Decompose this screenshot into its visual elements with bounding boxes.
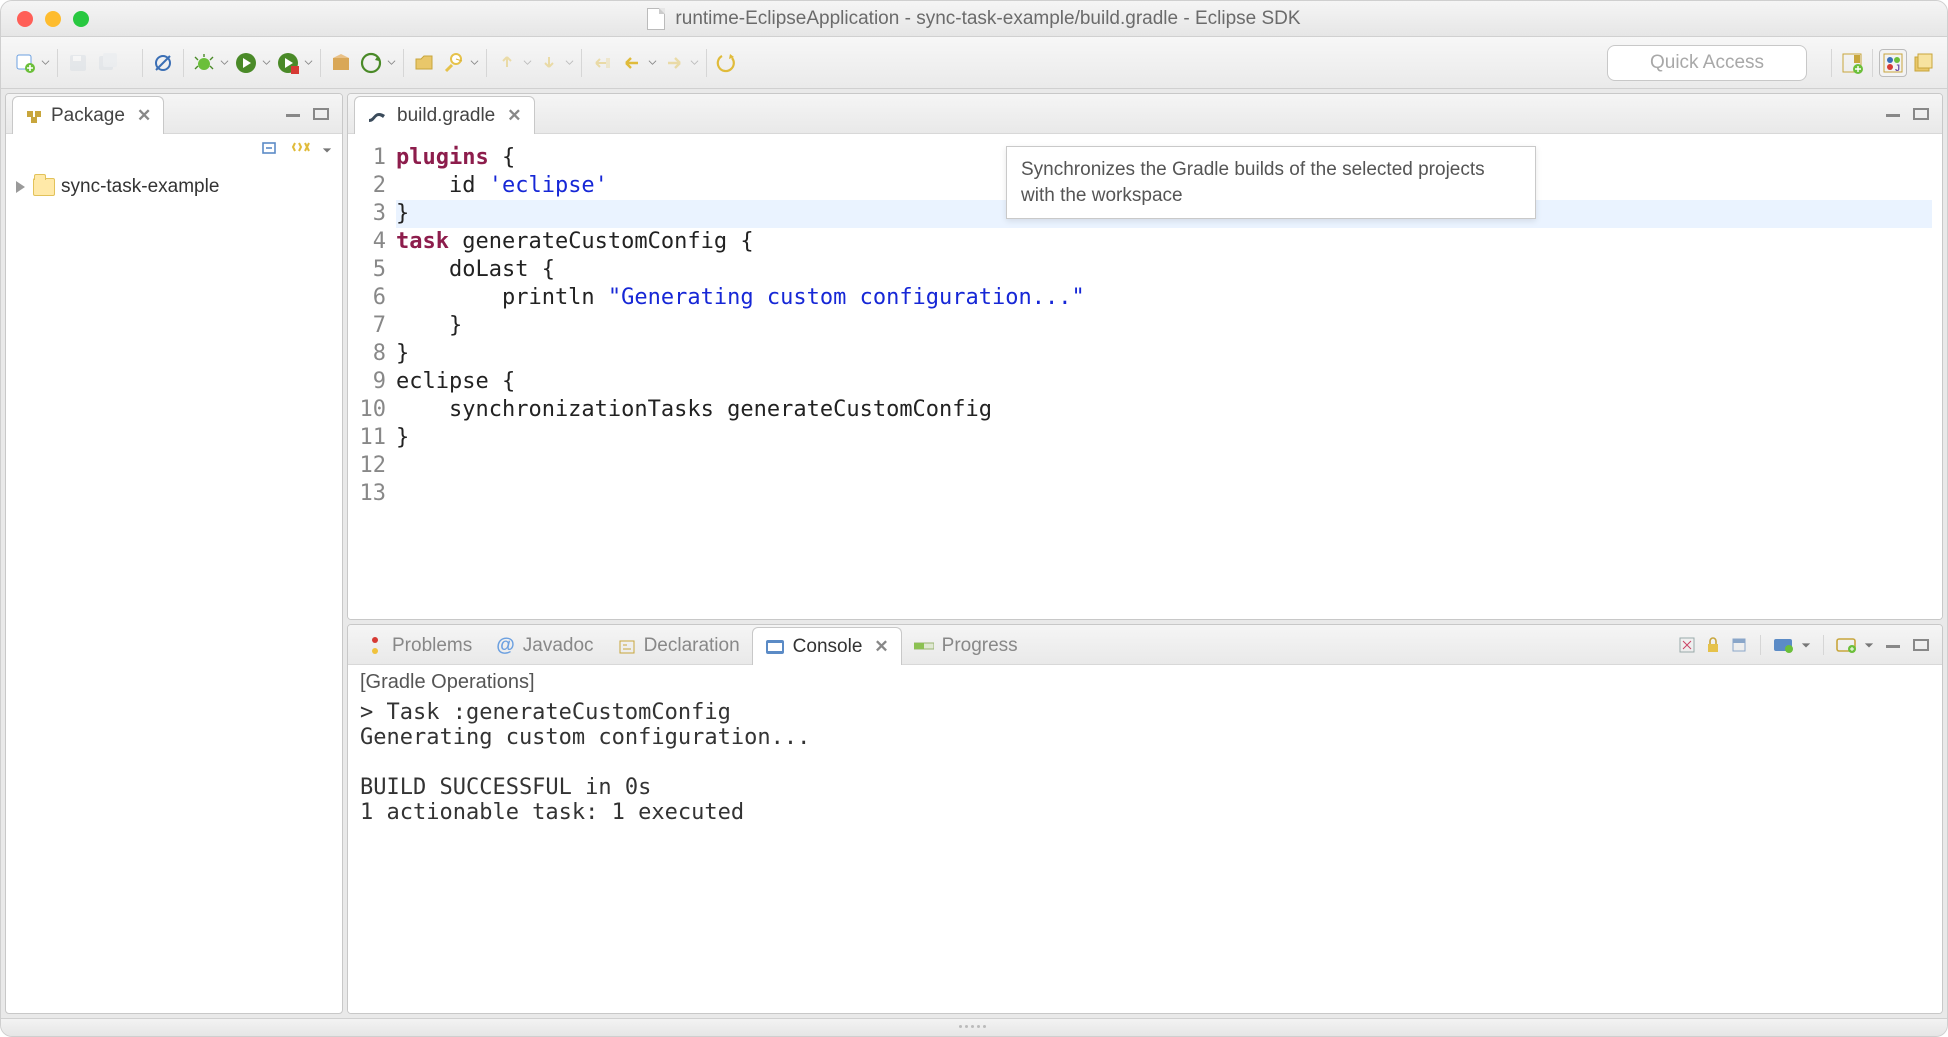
close-icon[interactable]: ✕ xyxy=(507,106,521,126)
problems-tab[interactable]: Problems xyxy=(354,627,484,665)
link-editor-icon[interactable] xyxy=(290,139,312,162)
svg-text:J: J xyxy=(1895,63,1900,73)
clear-console-icon[interactable] xyxy=(1678,636,1696,654)
java-perspective-button[interactable]: J xyxy=(1879,49,1907,77)
skip-breakpoints-button[interactable] xyxy=(149,49,177,77)
tooltip: Synchronizes the Gradle builds of the se… xyxy=(1006,146,1536,219)
search-button[interactable] xyxy=(440,49,468,77)
package-toolbar xyxy=(6,134,342,168)
line-gutter: 1 2 3 4 5 6 7 8 9 10 11 12 13 xyxy=(348,134,392,619)
external-tools-dropdown[interactable] xyxy=(302,58,314,67)
progress-tab[interactable]: Progress xyxy=(902,627,1030,665)
minimize-window-button[interactable] xyxy=(45,11,61,27)
back-dropdown[interactable] xyxy=(646,58,658,67)
console-output[interactable]: > Task :generateCustomConfig Generating … xyxy=(348,694,1942,1013)
save-all-button[interactable] xyxy=(94,49,122,77)
run-dropdown[interactable] xyxy=(260,58,272,67)
javadoc-tab[interactable]: @ Javadoc xyxy=(484,627,605,665)
scroll-lock-icon[interactable] xyxy=(1704,636,1722,654)
close-icon[interactable]: ✕ xyxy=(137,106,151,126)
prev-annotation-button[interactable] xyxy=(493,49,521,77)
minimize-view-icon[interactable] xyxy=(1884,638,1902,652)
package-explorer-view: Package ✕ s xyxy=(5,93,343,1014)
pin-console-icon[interactable] xyxy=(1730,636,1748,654)
view-menu-icon[interactable] xyxy=(322,140,332,160)
open-console-icon[interactable] xyxy=(1836,637,1856,653)
tooltip-text: Synchronizes the Gradle builds of the se… xyxy=(1021,159,1485,206)
status-bar xyxy=(1,1018,1947,1036)
editor-tab-label: build.gradle xyxy=(397,105,495,127)
run-button[interactable] xyxy=(232,49,260,77)
refresh-button[interactable] xyxy=(713,49,741,77)
open-console-dropdown[interactable] xyxy=(1864,640,1874,650)
project-tree[interactable]: sync-task-example xyxy=(6,168,342,206)
editor-view: build.gradle ✕ 1 2 3 4 5 6 7 8 9 10 11 1… xyxy=(347,93,1943,620)
next-annotation-dropdown[interactable] xyxy=(563,58,575,67)
declaration-tab[interactable]: Declaration xyxy=(606,627,752,665)
document-icon xyxy=(647,8,665,30)
quick-access-field[interactable]: Quick Access xyxy=(1607,45,1807,81)
console-tab[interactable]: Console ✕ xyxy=(752,627,902,665)
main-toolbar: Quick Access J xyxy=(1,37,1947,89)
package-tab[interactable]: Package ✕ xyxy=(12,96,164,134)
resource-perspective-button[interactable] xyxy=(1909,49,1937,77)
disclosure-icon[interactable] xyxy=(16,181,25,193)
prev-annotation-dropdown[interactable] xyxy=(521,58,533,67)
debug-button[interactable] xyxy=(190,49,218,77)
titlebar: runtime-EclipseApplication - sync-task-e… xyxy=(1,1,1947,37)
external-tools-button[interactable] xyxy=(274,49,302,77)
editor-tab[interactable]: build.gradle ✕ xyxy=(354,96,535,134)
code-editor[interactable]: 1 2 3 4 5 6 7 8 9 10 11 12 13 plugins { … xyxy=(348,134,1942,619)
folder-icon xyxy=(33,178,55,196)
search-dropdown[interactable] xyxy=(468,58,480,67)
bottom-view-stack: Problems @ Javadoc Declaration Conso xyxy=(347,624,1943,1014)
gradle-refresh-button[interactable] xyxy=(357,49,385,77)
save-button[interactable] xyxy=(64,49,92,77)
resize-grip-icon xyxy=(959,1025,989,1031)
forward-button[interactable] xyxy=(660,49,688,77)
project-label: sync-task-example xyxy=(61,176,219,198)
minimize-view-icon[interactable] xyxy=(1884,107,1902,121)
quick-access-placeholder: Quick Access xyxy=(1650,52,1764,74)
debug-dropdown[interactable] xyxy=(218,58,230,67)
package-tab-label: Package xyxy=(51,105,125,127)
close-icon[interactable]: ✕ xyxy=(874,637,888,657)
open-perspective-button[interactable] xyxy=(1838,49,1866,77)
project-node[interactable]: sync-task-example xyxy=(16,176,332,198)
new-java-package-button[interactable] xyxy=(327,49,355,77)
window-controls xyxy=(17,11,89,27)
forward-dropdown[interactable] xyxy=(688,58,700,67)
back-button[interactable] xyxy=(618,49,646,77)
gradle-refresh-dropdown[interactable] xyxy=(385,58,397,67)
close-window-button[interactable] xyxy=(17,11,33,27)
code-body[interactable]: plugins { id 'eclipse'}task generateCust… xyxy=(392,134,1942,619)
maximize-view-icon[interactable] xyxy=(1912,638,1930,652)
zoom-window-button[interactable] xyxy=(73,11,89,27)
maximize-view-icon[interactable] xyxy=(1912,107,1930,121)
last-edit-button[interactable] xyxy=(588,49,616,77)
console-title: [Gradle Operations] xyxy=(348,665,1942,694)
collapse-all-icon[interactable] xyxy=(260,139,280,162)
display-console-icon[interactable] xyxy=(1773,637,1793,653)
gradle-icon xyxy=(367,107,389,125)
console-select-dropdown[interactable] xyxy=(1801,640,1811,650)
minimize-view-icon[interactable] xyxy=(284,107,302,121)
window-title: runtime-EclipseApplication - sync-task-e… xyxy=(675,8,1300,30)
new-button[interactable] xyxy=(11,49,39,77)
workbench-body: Package ✕ s xyxy=(1,89,1947,1018)
open-task-button[interactable] xyxy=(410,49,438,77)
package-icon xyxy=(25,107,43,125)
maximize-view-icon[interactable] xyxy=(312,107,330,121)
next-annotation-button[interactable] xyxy=(535,49,563,77)
new-dropdown[interactable] xyxy=(39,58,51,67)
app-window: runtime-EclipseApplication - sync-task-e… xyxy=(0,0,1948,1037)
